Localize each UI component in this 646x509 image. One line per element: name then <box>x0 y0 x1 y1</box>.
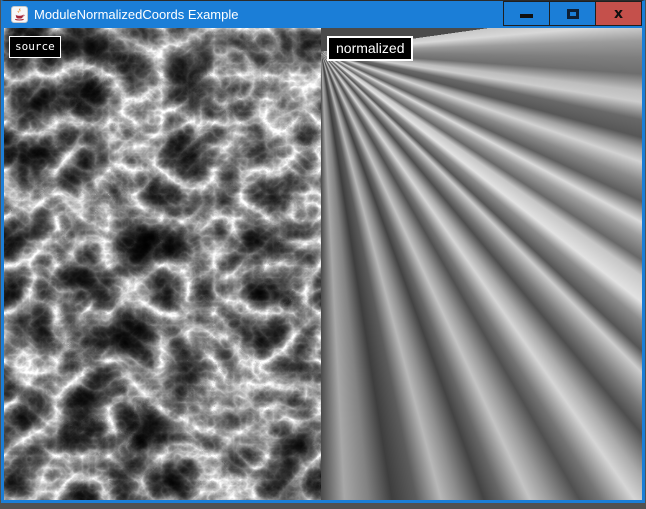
normalized-label: normalized <box>327 36 413 61</box>
close-button[interactable]: x <box>595 1 642 26</box>
close-icon: x <box>614 7 623 21</box>
minimize-icon <box>520 14 533 18</box>
content-area: source normalized <box>4 28 642 500</box>
maximize-button[interactable] <box>549 1 596 26</box>
java-coffee-cup-icon <box>11 6 28 23</box>
source-label: source <box>9 36 61 58</box>
normalized-panel: normalized <box>321 28 642 500</box>
window-controls: x <box>504 1 642 26</box>
source-panel: source <box>4 28 321 500</box>
app-window: ModuleNormalizedCoords Example x <box>1 0 645 503</box>
minimize-button[interactable] <box>503 1 550 26</box>
window-title: ModuleNormalizedCoords Example <box>34 1 238 28</box>
titlebar[interactable]: ModuleNormalizedCoords Example x <box>4 1 642 28</box>
maximize-icon <box>567 9 579 19</box>
source-image <box>4 28 321 500</box>
normalized-image <box>321 28 642 500</box>
